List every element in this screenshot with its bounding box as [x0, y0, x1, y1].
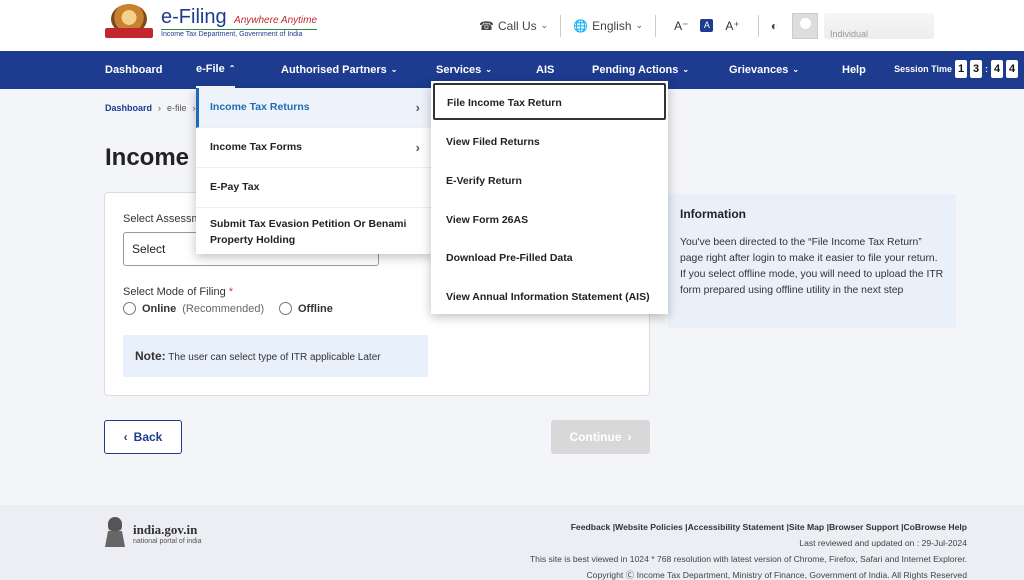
efile-dropdown-menu: Income Tax Returns › Income Tax Forms › E-… [196, 88, 432, 254]
radio-online[interactable]: Online (Recommended) [123, 302, 264, 315]
breadcrumb: Dashboard › e-file › [105, 103, 196, 113]
radio-offline-label: Offline [298, 302, 333, 315]
chevron-left-icon: ‹ [123, 430, 128, 444]
last-updated: Last reviewed and updated on : 29-Jul-20… [799, 538, 967, 548]
logo-title: e-Filing [161, 5, 227, 28]
chevron-right-icon: › [415, 140, 420, 155]
gov-subtitle: national portal of india [133, 537, 202, 545]
resolution-note: This site is best viewed in 1024 * 768 r… [529, 554, 967, 564]
information-body-2: If you select offline mode, you will nee… [680, 269, 944, 296]
font-increase-button[interactable]: A⁺ [725, 19, 739, 33]
required-asterisk: * [228, 286, 234, 298]
mode-of-filing-label: Select Mode of Filing * [123, 286, 234, 298]
submenu-everify-return[interactable]: E-Verify Return [431, 161, 668, 200]
chevron-down-icon: ⌄ [792, 65, 800, 74]
globe-icon: 🌐 [573, 18, 589, 33]
copyright: Copyright Ⓒ Income Tax Department, Minis… [586, 570, 967, 580]
logo-subtitle: Income Tax Department, Government of Ind… [161, 28, 318, 38]
session-label: Session Time [894, 64, 952, 74]
information-panel: Information You've been directed to the … [668, 194, 956, 328]
nav-dashboard[interactable]: Dashboard [105, 51, 162, 89]
breadcrumb-dashboard[interactable]: Dashboard [105, 103, 152, 113]
chevron-down-icon: ⌄ [635, 20, 644, 30]
breadcrumb-efile[interactable]: e-file [167, 103, 187, 113]
footer: india.gov.in national portal of india Fe… [0, 505, 1024, 580]
menu-item-tax-evasion-petition[interactable]: Submit Tax Evasion Petition Or Benami Pr… [196, 208, 432, 254]
footer-info: Feedback |Website Policies |Accessibilit… [530, 519, 967, 580]
gov-title: india.gov.in [133, 521, 198, 537]
itr-submenu: File Income Tax Return View Filed Return… [431, 81, 668, 314]
radio-circle[interactable] [279, 302, 292, 315]
nav-efile[interactable]: e-File ⌃ [196, 51, 236, 89]
back-button[interactable]: ‹ Back [104, 420, 182, 454]
emblem-icon [105, 4, 155, 40]
nav-authorised-partners[interactable]: Authorised Partners ⌄ [281, 51, 397, 89]
submenu-view-filed-returns[interactable]: View Filed Returns [431, 122, 668, 161]
divider [757, 14, 759, 37]
nav-grievances[interactable]: Grievances ⌄ [729, 51, 799, 89]
call-us-dropdown[interactable]: ☎ Call Us ⌄ [479, 19, 548, 33]
user-type[interactable]: Individual [824, 12, 934, 39]
chevron-up-icon: ⌃ [228, 63, 236, 73]
efiling-logo[interactable]: e-Filing Anywhere Anytime Income Tax Dep… [105, 4, 318, 40]
session-colon: : [985, 64, 988, 74]
submenu-view-form-26as[interactable]: View Form 26AS [431, 200, 668, 239]
nav-help[interactable]: Help [842, 51, 866, 89]
breadcrumb-separator: › [158, 103, 162, 113]
continue-button[interactable]: Continue › [551, 420, 650, 454]
submenu-download-prefilled-data[interactable]: Download Pre-Filled Data [431, 238, 668, 277]
chevron-right-icon: › [627, 430, 632, 444]
note-text: The user can select type of ITR applicab… [165, 352, 381, 363]
divider [560, 14, 562, 37]
menu-item-income-tax-forms[interactable]: Income Tax Forms › [196, 128, 432, 168]
top-header: e-Filing Anywhere Anytime Income Tax Dep… [0, 0, 1024, 51]
phone-icon: ☎ [479, 18, 494, 33]
radio-circle[interactable] [123, 302, 136, 315]
submenu-view-ais[interactable]: View Annual Information Statement (AIS) [431, 277, 668, 316]
menu-item-income-tax-returns[interactable]: Income Tax Returns › [196, 88, 432, 128]
session-digit: 4 [1006, 60, 1018, 78]
radio-online-label: Online [142, 302, 177, 315]
continue-label: Continue [569, 430, 622, 444]
font-decrease-button[interactable]: A⁻ [674, 19, 688, 33]
note-box: Note: The user can select type of ITR ap… [123, 335, 428, 377]
submenu-file-income-tax-return[interactable]: File Income Tax Return [433, 83, 666, 120]
national-emblem-icon [105, 517, 125, 549]
session-digit: 4 [991, 60, 1003, 78]
information-body: You've been directed to the “File Income… [680, 237, 938, 264]
chevron-right-icon: › [415, 100, 420, 115]
chevron-down-icon: ⌄ [540, 20, 549, 30]
information-title: Information [680, 207, 746, 221]
footer-links[interactable]: Feedback |Website Policies |Accessibilit… [530, 519, 967, 535]
radio-offline[interactable]: Offline [279, 302, 333, 315]
divider [655, 14, 657, 37]
chevron-down-icon: ⌄ [682, 65, 690, 74]
contrast-icon[interactable]: ◐ [771, 19, 778, 33]
chevron-down-icon: ⌄ [390, 65, 398, 74]
session-timer: Session Time 1 3 : 4 4 [894, 60, 1018, 78]
menu-item-epay-tax[interactable]: E-Pay Tax [196, 168, 432, 208]
session-digit: 3 [970, 60, 982, 78]
avatar[interactable] [792, 12, 818, 39]
call-us-label: Call Us [497, 18, 537, 33]
font-normal-button[interactable]: A [700, 19, 714, 32]
india-gov-logo[interactable]: india.gov.in national portal of india [105, 517, 202, 549]
language-dropdown[interactable]: 🌐 English ⌄ [573, 19, 643, 33]
note-label: Note: [135, 349, 166, 363]
radio-online-hint: (Recommended) [182, 302, 265, 315]
session-digit: 1 [955, 60, 967, 78]
language-label: English [592, 18, 632, 33]
back-label: Back [133, 430, 163, 444]
logo-tagline: Anywhere Anytime [234, 14, 318, 26]
